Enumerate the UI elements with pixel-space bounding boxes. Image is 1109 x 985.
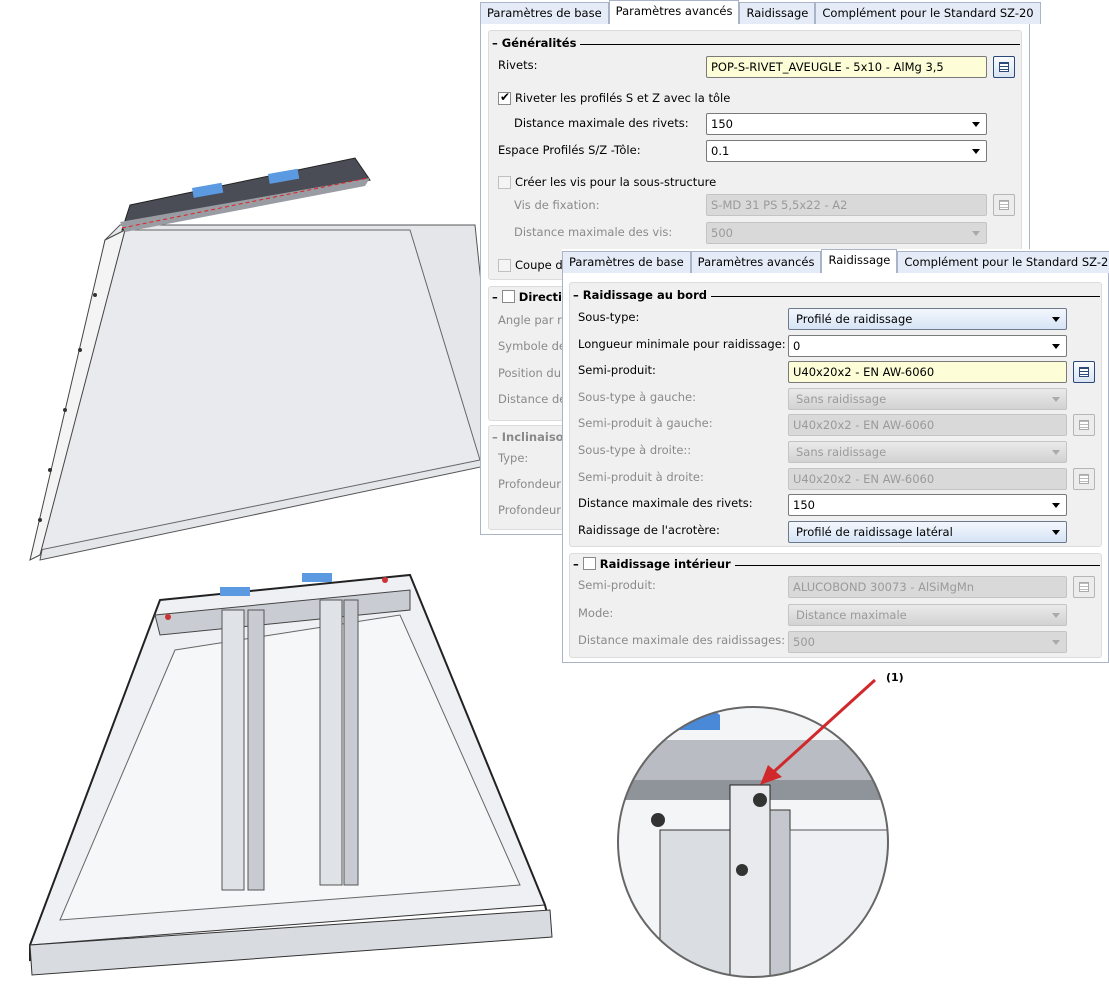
catalog-button[interactable] [993,194,1015,216]
create-screws-label: Créer les vis pour la sous-structure [515,175,717,189]
field-label: Position du s [498,366,571,380]
group-title: – Généralités [492,36,581,50]
field-label: Semi-produit: [578,578,656,592]
callout-arrow [760,678,877,785]
field-label: Distance maximale des rivets: [578,496,753,511]
tab-bar: Paramètres de base Paramètres avancés Ra… [480,0,1041,24]
chevron-down-icon [1052,529,1060,535]
interior-stiffening-checkbox[interactable] [582,557,596,570]
cut-label: Coupe d' [515,258,566,272]
field-label: Sous-type: [578,310,640,324]
field-label: Sous-type à gauche: [578,389,697,404]
dialog-raidissage: Paramètres de base Paramètres avancés Ra… [562,249,1109,663]
chevron-down-icon [1052,503,1060,509]
rivet-profiles-label: Riveter les profilés S et Z avec la tôle [515,91,731,105]
edit-field[interactable]: 150 [788,494,1067,517]
catalog-field[interactable]: U40x20x2 - EN AW-6060 [788,467,1067,490]
field-label: Sous-type à droite:: [578,443,692,457]
rivets-field[interactable]: POP-S-RIVET_AVEUGLE - 5x10 - AlMg 3,5 [706,56,987,78]
cut-checkbox[interactable] [498,259,511,272]
catalog-icon [1079,367,1089,378]
tab-parametres-base[interactable]: Paramètres de base [562,251,691,273]
max-rivet-dist-label: Distance maximale des rivets: [514,116,689,130]
tab-parametres-base[interactable]: Paramètres de base [480,2,609,24]
combo-field[interactable]: Sans raidissage [788,441,1067,463]
fixing-screw-field[interactable]: S-MD 31 PS 5,5x22 - A2 [706,194,987,216]
catalog-icon [1079,420,1089,431]
fixing-screw-label: Vis de fixation: [514,198,600,212]
edit-field[interactable]: 500 [788,631,1067,653]
catalog-button[interactable] [993,56,1015,78]
catalog-field[interactable]: U40x20x2 - EN AW-6060 [788,361,1067,384]
chevron-down-icon [1052,317,1060,322]
combo-field[interactable]: Profilé de raidissage [788,308,1067,330]
frame-render-bottom [29,573,553,976]
rivets-label: Rivets: [498,58,538,72]
field-label: Symbole de [498,339,566,353]
direction-checkbox[interactable] [501,290,515,303]
chevron-down-icon [1052,640,1060,645]
tab-parametres-avances[interactable]: Paramètres avancés [608,0,740,24]
chevron-down-icon [972,149,980,154]
tab-complement[interactable]: Complément pour le Standard SZ-20 [815,2,1041,24]
field-label: Angle par ra [498,313,569,327]
catalog-field[interactable]: ALUCOBOND 30073 - AlSiMgMn [788,576,1067,598]
catalog-icon [999,62,1009,72]
max-screw-dist-combo[interactable]: 500 [706,222,987,244]
chevron-down-icon [1052,396,1060,402]
create-screws-checkbox[interactable] [498,176,511,189]
field-label: Profondeur, [498,477,565,491]
tab-complement[interactable]: Complément pour le Standard SZ-20 [897,251,1109,273]
field-label: Longueur minimale pour raidissage: [578,336,786,351]
catalog-button[interactable] [1073,467,1095,490]
callout-label: (1) [886,671,904,684]
catalog-icon [1079,473,1089,484]
panel-render-top [29,157,490,561]
catalog-icon [1079,582,1089,592]
field-label: Type: [498,451,529,465]
catalog-button[interactable] [1073,361,1095,384]
tab-raidissage[interactable]: Raidissage [821,249,898,273]
field-label: Semi-produit à gauche: [578,416,713,431]
tab-raidissage[interactable]: Raidissage [739,2,816,24]
gap-label: Espace Profilés S/Z -Tôle: [498,143,641,157]
field-label: Semi-produit à droite: [578,469,704,484]
catalog-button[interactable] [1073,576,1095,598]
field-label: Semi-produit: [578,363,656,378]
field-label: Distance maximale des raidissages: [578,633,786,647]
catalog-button[interactable] [1073,414,1095,437]
check-icon: ✔ [500,90,511,104]
field-label: Profondeur, [498,503,565,517]
field-label: Raidissage de l'acrotère: [578,522,720,537]
catalog-icon [999,200,1009,210]
combo-field[interactable]: Sans raidissage [788,387,1067,410]
chevron-down-icon [1052,343,1060,349]
max-screw-dist-label: Distance maximale des vis: [514,225,673,239]
chevron-down-icon [972,122,980,127]
combo-field[interactable]: Profilé de raidissage latéral [788,520,1067,543]
catalog-field[interactable]: U40x20x2 - EN AW-6060 [788,414,1067,437]
tab-parametres-avances[interactable]: Paramètres avancés [690,251,822,273]
max-rivet-dist-combo[interactable]: 150 [706,113,987,135]
field-label: Mode: [578,605,614,620]
gap-combo[interactable]: 0.1 [706,140,987,162]
rivet-profiles-checkbox[interactable]: ✔ [498,90,511,105]
chevron-down-icon [1052,450,1060,455]
chevron-down-icon [1052,612,1060,618]
combo-field[interactable]: Distance maximale [788,603,1067,626]
edit-field[interactable]: 0 [788,334,1067,357]
group-title: Raidissage au bord [582,288,707,302]
